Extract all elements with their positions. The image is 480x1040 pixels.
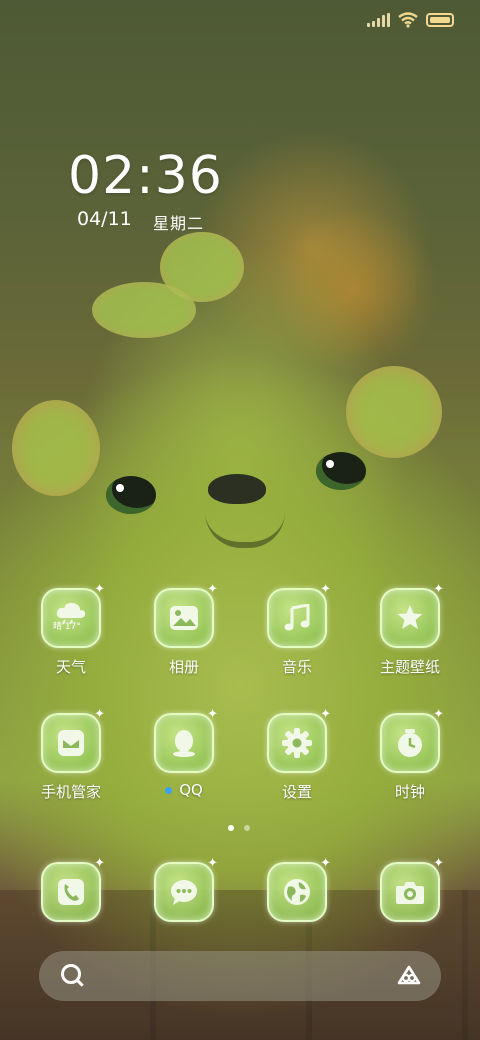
security-icon: ✦ <box>41 707 105 773</box>
search-icon[interactable] <box>61 964 81 984</box>
app-settings[interactable]: ✦ 设置 <box>242 707 352 802</box>
app-phone-manager[interactable]: ✦ 手机管家 <box>16 707 126 802</box>
bear-mouth <box>205 512 285 548</box>
gear-icon <box>282 728 312 758</box>
star-brush-icon <box>397 605 423 629</box>
alarm-clock-icon <box>398 729 422 757</box>
app-qq[interactable]: ✦ QQ <box>129 707 239 799</box>
globe-icon <box>284 879 310 905</box>
new-notification-dot <box>165 787 173 794</box>
camera-icon: ✦ <box>380 856 444 922</box>
dock-browser[interactable]: ✦ <box>242 856 352 922</box>
sparkle-icon: ✦ <box>207 856 218 871</box>
clock-weekday: 星期二 <box>153 214 205 233</box>
sparkle-icon: ✦ <box>94 856 105 871</box>
settings-icon: ✦ <box>267 707 331 773</box>
app-label: QQ <box>129 781 239 799</box>
sparkle-icon: ✦ <box>94 582 105 597</box>
bear-left-ear <box>12 400 100 496</box>
wifi-icon <box>398 12 418 28</box>
assistant-icon[interactable] <box>397 965 421 985</box>
sparkle-icon: ✦ <box>320 582 331 597</box>
clock-date: 04/11 <box>77 208 132 230</box>
bear-right-ear <box>346 366 442 458</box>
clock-time[interactable]: 02:36 <box>68 146 223 206</box>
dock-camera[interactable]: ✦ <box>355 856 465 922</box>
sparkle-icon: ✦ <box>207 582 218 597</box>
browser-icon: ✦ <box>267 856 331 922</box>
sprout-leaf-left <box>92 282 196 338</box>
chat-bubble-icon <box>171 880 197 905</box>
shield-icon <box>58 730 84 756</box>
bear-left-eye <box>106 476 156 514</box>
qq-label: QQ <box>179 781 203 799</box>
app-themes[interactable]: ✦ 主题壁纸 <box>355 582 465 677</box>
app-label: 手机管家 <box>40 783 101 801</box>
clock-icon: ✦ <box>380 707 444 773</box>
dock-messages[interactable]: ✦ <box>129 856 239 922</box>
sparkle-icon: ✦ <box>433 707 444 722</box>
phone-icon: ✦ <box>41 856 105 922</box>
bear-right-eye <box>316 452 366 490</box>
battery-icon <box>426 13 454 27</box>
page-indicator[interactable] <box>228 825 250 831</box>
weather-info: 晴 17° <box>53 622 81 632</box>
penguin-icon <box>173 730 195 757</box>
messages-icon: ✦ <box>154 856 218 922</box>
signal-icon <box>367 13 390 27</box>
app-label: 主题壁纸 <box>379 658 440 676</box>
bear-nose <box>208 474 266 504</box>
theme-icon: ✦ <box>380 582 444 648</box>
page-dot[interactable] <box>244 825 250 831</box>
qq-icon: ✦ <box>154 707 218 773</box>
weather-icon: ✦ 晴 17° <box>41 582 105 648</box>
app-clock[interactable]: ✦ 时钟 <box>355 707 465 802</box>
status-bar <box>367 8 454 32</box>
sparkle-icon: ✦ <box>320 856 331 871</box>
app-label: 设置 <box>281 783 312 801</box>
phone-handset-icon <box>58 879 84 905</box>
app-label: 音乐 <box>281 658 312 676</box>
dock-phone[interactable]: ✦ <box>16 856 126 922</box>
sparkle-icon: ✦ <box>433 856 444 871</box>
camera-body-icon <box>396 882 424 904</box>
app-label: 时钟 <box>394 783 425 801</box>
search-bar[interactable] <box>39 951 441 1001</box>
app-label: 相册 <box>168 658 199 676</box>
page-dot-active[interactable] <box>228 825 234 831</box>
music-icon: ✦ <box>267 582 331 648</box>
music-note-icon <box>284 604 310 631</box>
app-label: 天气 <box>55 658 86 676</box>
app-music[interactable]: ✦ 音乐 <box>242 582 352 677</box>
image-icon <box>170 606 198 630</box>
app-weather[interactable]: ✦ 晴 17° 天气 <box>16 582 126 677</box>
sparkle-icon: ✦ <box>94 707 105 722</box>
gallery-icon: ✦ <box>154 582 218 648</box>
app-gallery[interactable]: ✦ 相册 <box>129 582 239 677</box>
sparkle-icon: ✦ <box>207 707 218 722</box>
sparkle-icon: ✦ <box>320 707 331 722</box>
sparkle-icon: ✦ <box>433 582 444 597</box>
